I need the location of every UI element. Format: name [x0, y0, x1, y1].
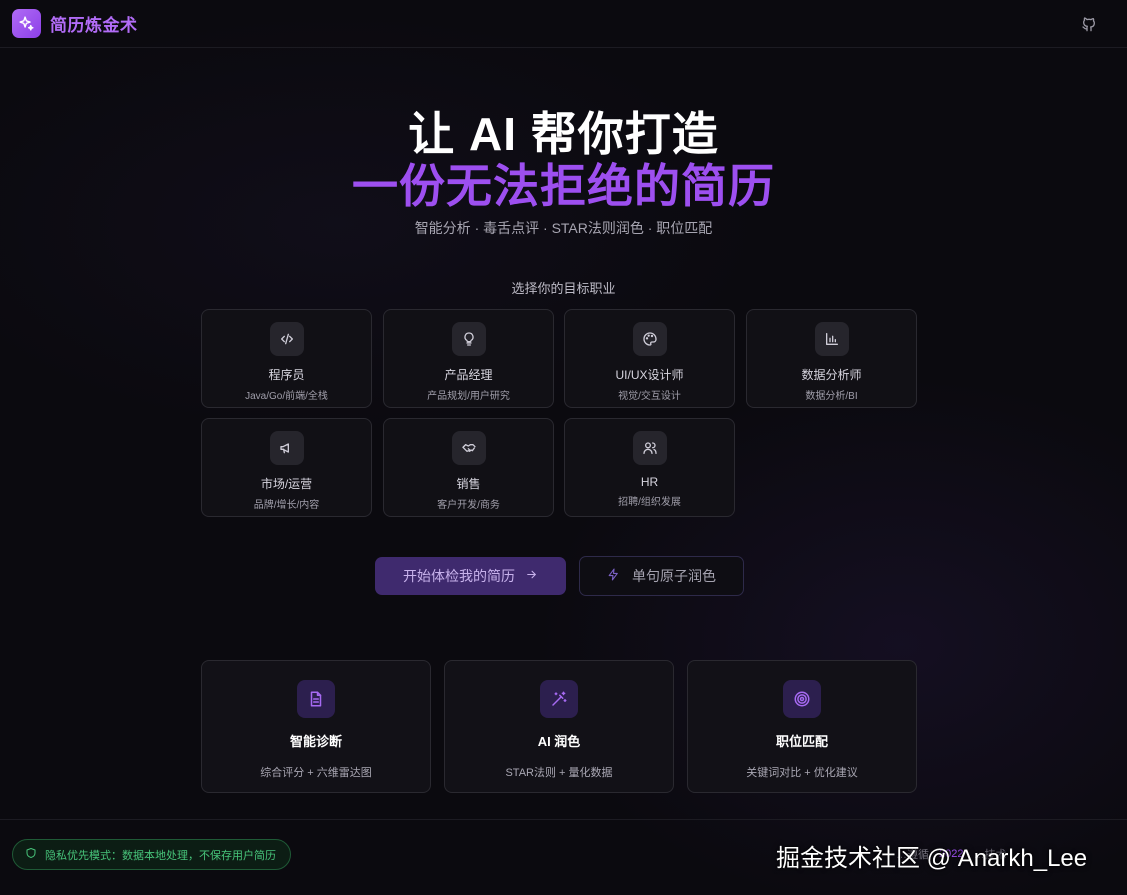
target-icon	[783, 680, 821, 718]
role-card-product-manager[interactable]: 产品经理 产品规划/用户研究	[383, 309, 554, 408]
role-subtitle: 客户开发/商务	[437, 500, 500, 511]
zap-icon	[607, 568, 620, 584]
feature-title: 职位匹配	[775, 734, 828, 749]
role-title: 产品经理	[444, 368, 493, 382]
sentence-polish-button[interactable]: 单句原子润色	[579, 556, 744, 596]
role-title: HR	[640, 475, 659, 489]
role-card-programmer[interactable]: 程序员 Java/Go/前端/全栈	[201, 309, 372, 408]
magic-wand-icon	[540, 680, 578, 718]
file-text-icon	[297, 680, 335, 718]
top-header: 简历炼金术	[0, 0, 1127, 48]
role-title: UI/UX设计师	[615, 368, 684, 382]
shield-icon	[25, 847, 37, 862]
privacy-text: 隐私优先模式：数据本地处理，不保存用户简历	[45, 849, 276, 862]
watermark: 掘金技术社区 @ Anarkh_Lee	[776, 845, 1088, 872]
role-title: 数据分析师	[801, 368, 862, 382]
megaphone-icon	[269, 431, 304, 465]
code-icon	[269, 322, 304, 356]
role-card-ui-ux-designer[interactable]: UI/UX设计师 视觉/交互设计	[564, 309, 735, 408]
role-title: 市场/运营	[260, 477, 313, 491]
role-subtitle: 品牌/增长/内容	[253, 500, 320, 511]
feature-title: 智能诊断	[289, 734, 342, 749]
sparkles-icon[interactable]	[12, 9, 41, 38]
feature-card-polish: AI 润色 STAR法则 + 量化数据	[444, 660, 674, 793]
palette-icon	[632, 322, 667, 356]
role-subtitle: 数据分析/BI	[805, 391, 858, 402]
start-check-resume-button[interactable]: 开始体检我的简历	[375, 557, 566, 595]
start-check-label: 开始体检我的简历	[403, 568, 515, 584]
users-icon	[632, 431, 667, 465]
hero-title-line2: 一份无法拒绝的简历	[352, 160, 775, 212]
role-subtitle: Java/Go/前端/全栈	[245, 391, 328, 402]
feature-card-diagnosis: 智能诊断 综合评分 + 六维雷达图	[201, 660, 431, 793]
role-subtitle: 视觉/交互设计	[618, 391, 681, 402]
feature-title: AI 润色	[537, 734, 581, 749]
role-card-sales[interactable]: 销售 客户开发/商务	[383, 418, 554, 517]
brand-name[interactable]: 简历炼金术	[50, 11, 138, 36]
feature-desc: 综合评分 + 六维雷达图	[260, 767, 372, 779]
role-card-hr[interactable]: HR 招聘/组织发展	[564, 418, 735, 517]
sentence-polish-label: 单句原子润色	[632, 568, 716, 584]
privacy-badge: 隐私优先模式：数据本地处理，不保存用户简历	[12, 839, 291, 870]
role-subtitle: 产品规划/用户研究	[427, 391, 510, 402]
role-select-label: 选择你的目标职业	[511, 281, 616, 296]
role-card-marketing[interactable]: 市场/运营 品牌/增长/内容	[201, 418, 372, 517]
role-subtitle: 招聘/组织发展	[618, 497, 681, 508]
role-title: 销售	[456, 477, 481, 491]
bar-chart-icon	[814, 322, 849, 356]
github-icon[interactable]	[1077, 12, 1101, 36]
feature-desc: 关键词对比 + 优化建议	[746, 767, 858, 779]
feature-desc: STAR法则 + 量化数据	[505, 767, 613, 779]
feature-card-job-match: 职位匹配 关键词对比 + 优化建议	[687, 660, 917, 793]
role-card-data-analyst[interactable]: 数据分析师 数据分析/BI	[746, 309, 917, 408]
lightbulb-icon	[451, 322, 486, 356]
hero-subtitle: 智能分析 · 毒舌点评 · STAR法则润色 · 职位匹配	[414, 220, 713, 236]
arrow-right-icon	[525, 568, 538, 584]
handshake-icon	[451, 431, 486, 465]
role-title: 程序员	[268, 368, 305, 382]
